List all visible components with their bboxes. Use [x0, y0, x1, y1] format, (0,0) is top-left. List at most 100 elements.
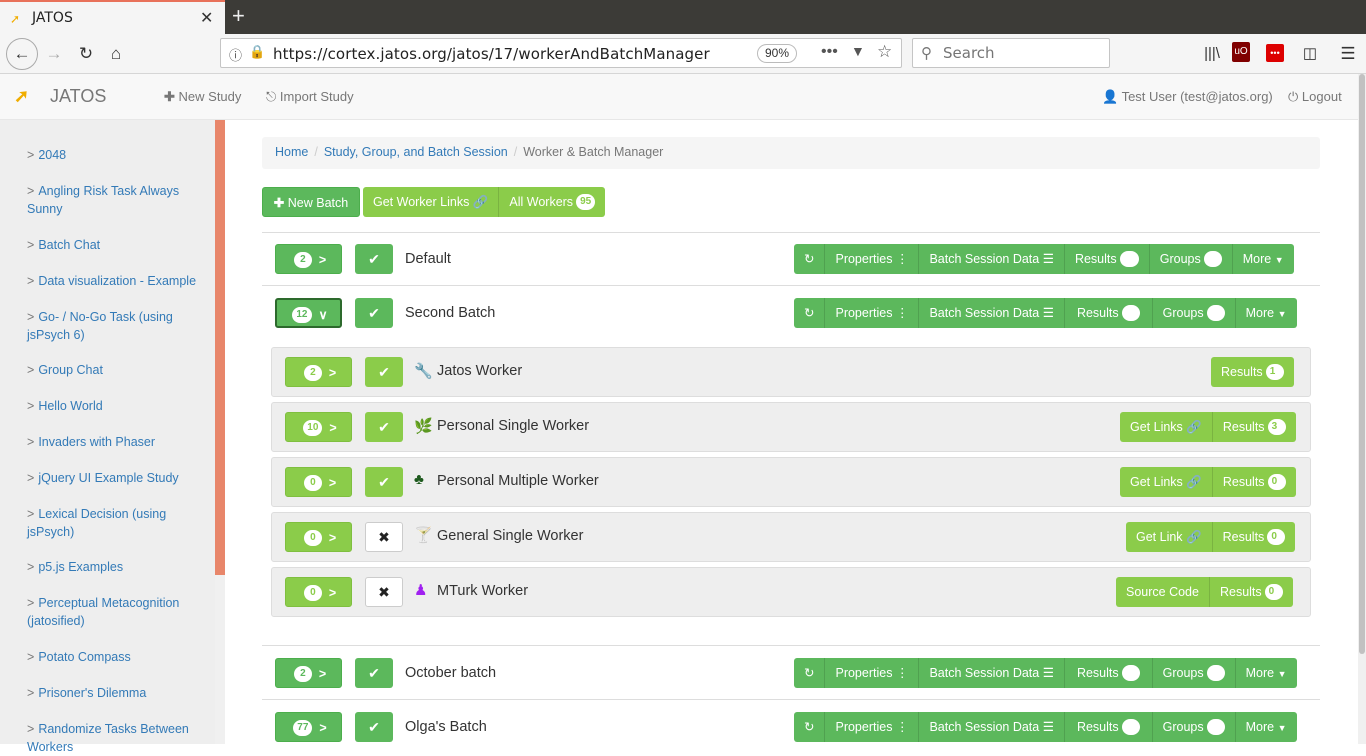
- sidebar-scrollbar-thumb[interactable]: [215, 120, 225, 575]
- get-links-button[interactable]: Get Links 🔗: [1120, 412, 1213, 442]
- properties-button[interactable]: Properties ⋮: [825, 712, 920, 742]
- browser-tab[interactable]: ➚ JATOS ✕: [0, 0, 225, 34]
- new-study-link[interactable]: ✚ New Study: [164, 89, 241, 105]
- worker-expand-button[interactable]: 10 >: [285, 412, 352, 442]
- groups-button[interactable]: Groups 3: [1150, 244, 1233, 274]
- breadcrumb-study[interactable]: Study, Group, and Batch Session: [324, 145, 508, 159]
- batch-active-toggle[interactable]: ✔: [355, 658, 393, 688]
- page-actions-icon[interactable]: •••: [821, 43, 838, 61]
- pocket-icon[interactable]: ▼: [851, 43, 865, 59]
- bookmark-star-icon[interactable]: ☆: [877, 42, 892, 62]
- user-link[interactable]: 👤 Test User (test@jatos.org): [1102, 89, 1273, 105]
- zoom-indicator[interactable]: 90%: [757, 44, 797, 63]
- sidebar-item[interactable]: > Lexical Decision (using jsPsych): [27, 505, 207, 541]
- address-bar[interactable]: ⓘ 🔒 https://cortex.jatos.org/jatos/17/wo…: [220, 38, 902, 68]
- logout-link[interactable]: ⏻ Logout: [1288, 89, 1342, 105]
- sidebar-item[interactable]: >2048: [27, 146, 207, 164]
- batch-expand-button[interactable]: 2 >: [275, 658, 342, 688]
- results-button[interactable]: Results 0: [1065, 658, 1153, 688]
- worker-inactive-toggle[interactable]: ✖: [365, 522, 403, 552]
- results-button[interactable]: Results 0: [1213, 467, 1296, 497]
- worker-active-toggle[interactable]: ✔: [365, 412, 403, 442]
- sidebar-item[interactable]: > Go- / No-Go Task (using jsPsych 6): [27, 308, 207, 344]
- batch-collapse-button[interactable]: 12 ∨: [275, 298, 342, 328]
- batch-session-data-button[interactable]: Batch Session Data ☰: [919, 712, 1065, 742]
- sidebar-item[interactable]: > Batch Chat: [27, 236, 207, 254]
- menu-icon[interactable]: ☰: [1336, 42, 1360, 66]
- batch-session-data-button[interactable]: Batch Session Data ☰: [919, 244, 1065, 274]
- sidebar-item[interactable]: > Randomize Tasks Between Workers: [27, 720, 207, 756]
- brand[interactable]: ➚ JATOS: [14, 86, 106, 107]
- forward-button[interactable]: →: [42, 42, 66, 66]
- url-text[interactable]: https://cortex.jatos.org/jatos/17/worker…: [273, 45, 710, 63]
- groups-button[interactable]: Groups 1: [1153, 712, 1236, 742]
- close-tab-icon[interactable]: ✕: [200, 8, 213, 28]
- batch-expand-button[interactable]: 77 >: [275, 712, 342, 742]
- results-button[interactable]: Results 0: [1213, 522, 1296, 552]
- search-input[interactable]: [943, 44, 1093, 62]
- results-button[interactable]: Results 4: [1065, 298, 1153, 328]
- library-icon[interactable]: |||\: [1200, 42, 1224, 66]
- sidebar-item[interactable]: > Angling Risk Task Always Sunny: [27, 182, 207, 218]
- sidebar-item[interactable]: > Perceptual Metacognition (jatosified): [27, 594, 207, 630]
- batch-session-data-button[interactable]: Batch Session Data ☰: [919, 298, 1065, 328]
- more-dropdown[interactable]: More ▼: [1233, 244, 1294, 274]
- sidebar-scrollbar-track[interactable]: [215, 575, 225, 744]
- refresh-button[interactable]: ↻: [794, 712, 826, 742]
- get-links-button[interactable]: Get Links 🔗: [1120, 467, 1213, 497]
- worker-expand-button[interactable]: 2 >: [285, 357, 352, 387]
- worker-expand-button[interactable]: 0 >: [285, 577, 352, 607]
- worker-expand-button[interactable]: 0 >: [285, 467, 352, 497]
- refresh-button[interactable]: ↻: [794, 244, 826, 274]
- info-icon[interactable]: ⓘ: [229, 45, 242, 64]
- page-scrollbar[interactable]: [1358, 74, 1366, 744]
- batch-expand-button[interactable]: 2 >: [275, 244, 342, 274]
- extension-icon[interactable]: •••: [1266, 44, 1284, 62]
- sidebar-item[interactable]: > Invaders with Phaser: [27, 433, 207, 451]
- sidebar-toggle-icon[interactable]: ◫: [1298, 42, 1322, 66]
- batch-active-toggle[interactable]: ✔: [355, 244, 393, 274]
- home-button[interactable]: ⌂: [104, 42, 128, 66]
- worker-expand-button[interactable]: 0 >: [285, 522, 352, 552]
- sidebar-item[interactable]: > Prisoner's Dilemma: [27, 684, 207, 702]
- all-workers-button[interactable]: All Workers 95: [499, 187, 605, 217]
- search-box[interactable]: ⚲: [912, 38, 1110, 68]
- batch-active-toggle[interactable]: ✔: [355, 712, 393, 742]
- worker-inactive-toggle[interactable]: ✖: [365, 577, 403, 607]
- more-dropdown[interactable]: More ▼: [1236, 658, 1297, 688]
- source-code-button[interactable]: Source Code: [1116, 577, 1210, 607]
- properties-button[interactable]: Properties ⋮: [825, 298, 920, 328]
- more-dropdown[interactable]: More ▼: [1236, 298, 1297, 328]
- more-dropdown[interactable]: More ▼: [1236, 712, 1297, 742]
- sidebar-item[interactable]: > jQuery UI Example Study: [27, 469, 207, 487]
- ublock-icon[interactable]: uO: [1232, 42, 1250, 62]
- get-worker-links-button[interactable]: Get Worker Links 🔗: [363, 187, 500, 217]
- results-button[interactable]: Results 3: [1213, 412, 1296, 442]
- results-button[interactable]: Results 1: [1211, 357, 1294, 387]
- reload-button[interactable]: ↻: [74, 42, 98, 66]
- results-button[interactable]: Results 2: [1065, 712, 1153, 742]
- refresh-button[interactable]: ↻: [794, 658, 826, 688]
- worker-active-toggle[interactable]: ✔: [365, 357, 403, 387]
- new-batch-button[interactable]: ✚ New Batch: [262, 187, 360, 217]
- worker-active-toggle[interactable]: ✔: [365, 467, 403, 497]
- sidebar-item[interactable]: > Data visualization - Example: [27, 272, 207, 290]
- groups-button[interactable]: Groups 0: [1153, 658, 1236, 688]
- sidebar-item[interactable]: > Potato Compass: [27, 648, 207, 666]
- groups-button[interactable]: Groups 1: [1153, 298, 1236, 328]
- sidebar-item[interactable]: > Group Chat: [27, 361, 207, 379]
- breadcrumb-home[interactable]: Home: [275, 145, 308, 159]
- results-button[interactable]: Results 0: [1210, 577, 1293, 607]
- batch-session-data-button[interactable]: Batch Session Data ☰: [919, 658, 1065, 688]
- properties-button[interactable]: Properties ⋮: [825, 658, 920, 688]
- sidebar-item[interactable]: > p5.js Examples: [27, 558, 207, 576]
- properties-button[interactable]: Properties ⋮: [825, 244, 920, 274]
- sidebar-item[interactable]: > Hello World: [27, 397, 207, 415]
- import-study-link[interactable]: ⎋ Import Study: [266, 89, 354, 105]
- results-button[interactable]: Results 13: [1065, 244, 1150, 274]
- page-scrollbar-thumb[interactable]: [1359, 74, 1365, 654]
- get-link-button[interactable]: Get Link 🔗: [1126, 522, 1213, 552]
- refresh-button[interactable]: ↻: [794, 298, 826, 328]
- back-button[interactable]: ←: [6, 38, 38, 70]
- new-tab-button[interactable]: +: [232, 3, 245, 29]
